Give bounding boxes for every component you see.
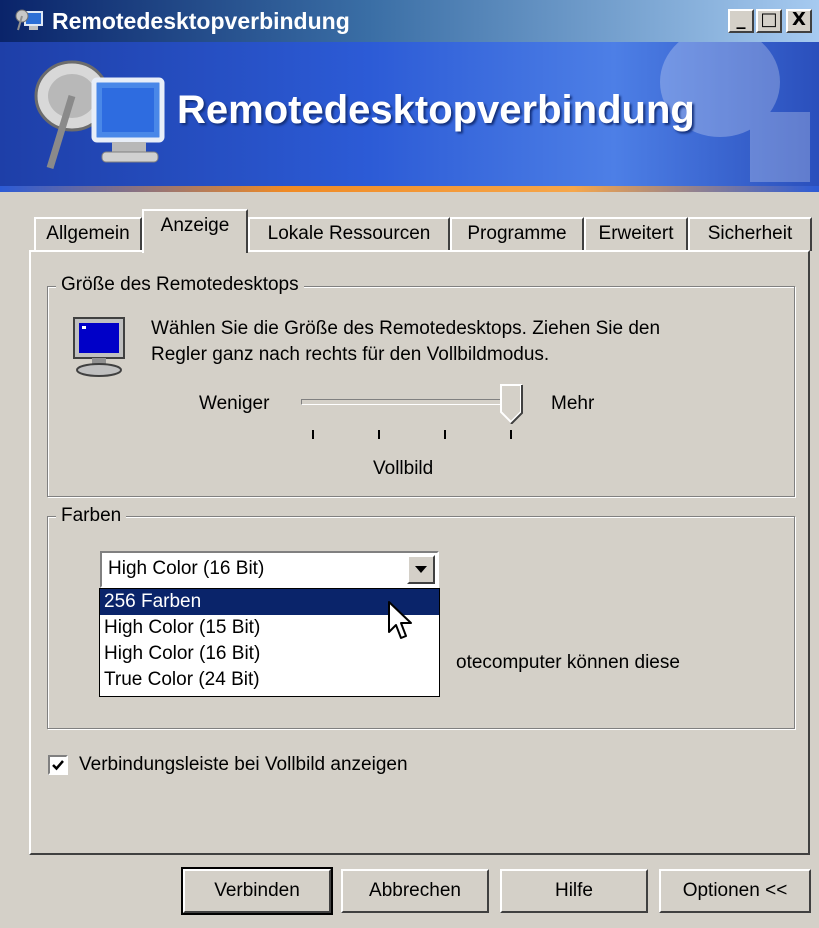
mouse-cursor-icon: [388, 601, 412, 639]
tab-erweitert[interactable]: Erweitert: [584, 217, 688, 251]
size-slider-thumb[interactable]: [500, 384, 524, 424]
size-group-legend: Größe des Remotedesktops: [56, 274, 304, 296]
connection-bar-checkbox[interactable]: [48, 755, 68, 775]
slider-tick: [444, 430, 446, 439]
banner: Remotedesktopverbindung: [0, 42, 819, 186]
checkmark-icon: [52, 760, 64, 771]
remote-desktop-logo-icon: [34, 60, 165, 170]
dropdown-option-16-bit[interactable]: High Color (16 Bit): [100, 641, 439, 667]
maximize-button[interactable]: □: [756, 9, 782, 33]
tab-anzeige[interactable]: Anzeige: [142, 209, 248, 253]
slider-tick: [312, 430, 314, 439]
minimize-button[interactable]: _: [728, 9, 754, 33]
slider-tick: [510, 430, 512, 439]
slider-tick: [378, 430, 380, 439]
size-description-line1: Wählen Sie die Größe des Remotedesktops.…: [151, 318, 661, 339]
size-description-line2: Regler ganz nach rechts für den Vollbild…: [151, 344, 550, 365]
color-depth-value: High Color (16 Bit): [108, 558, 265, 579]
tab-lokale-ressourcen[interactable]: Lokale Ressourcen: [248, 217, 450, 251]
slider-max-label: Mehr: [551, 393, 595, 414]
remote-desktop-icon: [15, 9, 43, 31]
banner-title: Remotedesktopverbindung: [177, 88, 695, 132]
connect-button[interactable]: Verbinden: [181, 867, 333, 915]
color-note-text: otecomputer können diese: [456, 652, 680, 673]
dropdown-button[interactable]: [407, 555, 435, 584]
tab-sicherheit[interactable]: Sicherheit: [688, 217, 812, 251]
slider-min-label: Weniger: [199, 393, 270, 414]
title-bar: Remotedesktopverbindung _ □ X: [0, 0, 819, 42]
cancel-button[interactable]: Abbrechen: [341, 869, 489, 913]
banner-accent-line: [0, 186, 819, 192]
slider-value-label: Vollbild: [373, 458, 434, 479]
close-button[interactable]: X: [786, 9, 812, 33]
tab-allgemein[interactable]: Allgemein: [34, 217, 142, 251]
color-depth-select[interactable]: High Color (16 Bit): [100, 551, 439, 588]
size-slider-track[interactable]: [301, 399, 513, 405]
dropdown-option-24-bit[interactable]: True Color (24 Bit): [100, 667, 439, 693]
help-button[interactable]: Hilfe: [500, 869, 648, 913]
window-title: Remotedesktopverbindung: [52, 8, 350, 34]
connection-bar-label[interactable]: Verbindungsleiste bei Vollbild anzeigen: [79, 753, 408, 777]
colors-group-legend: Farben: [56, 505, 127, 527]
options-button[interactable]: Optionen <<: [659, 869, 811, 913]
chevron-down-icon: [415, 566, 427, 573]
monitor-icon: [73, 317, 125, 377]
tab-programme[interactable]: Programme: [450, 217, 584, 251]
